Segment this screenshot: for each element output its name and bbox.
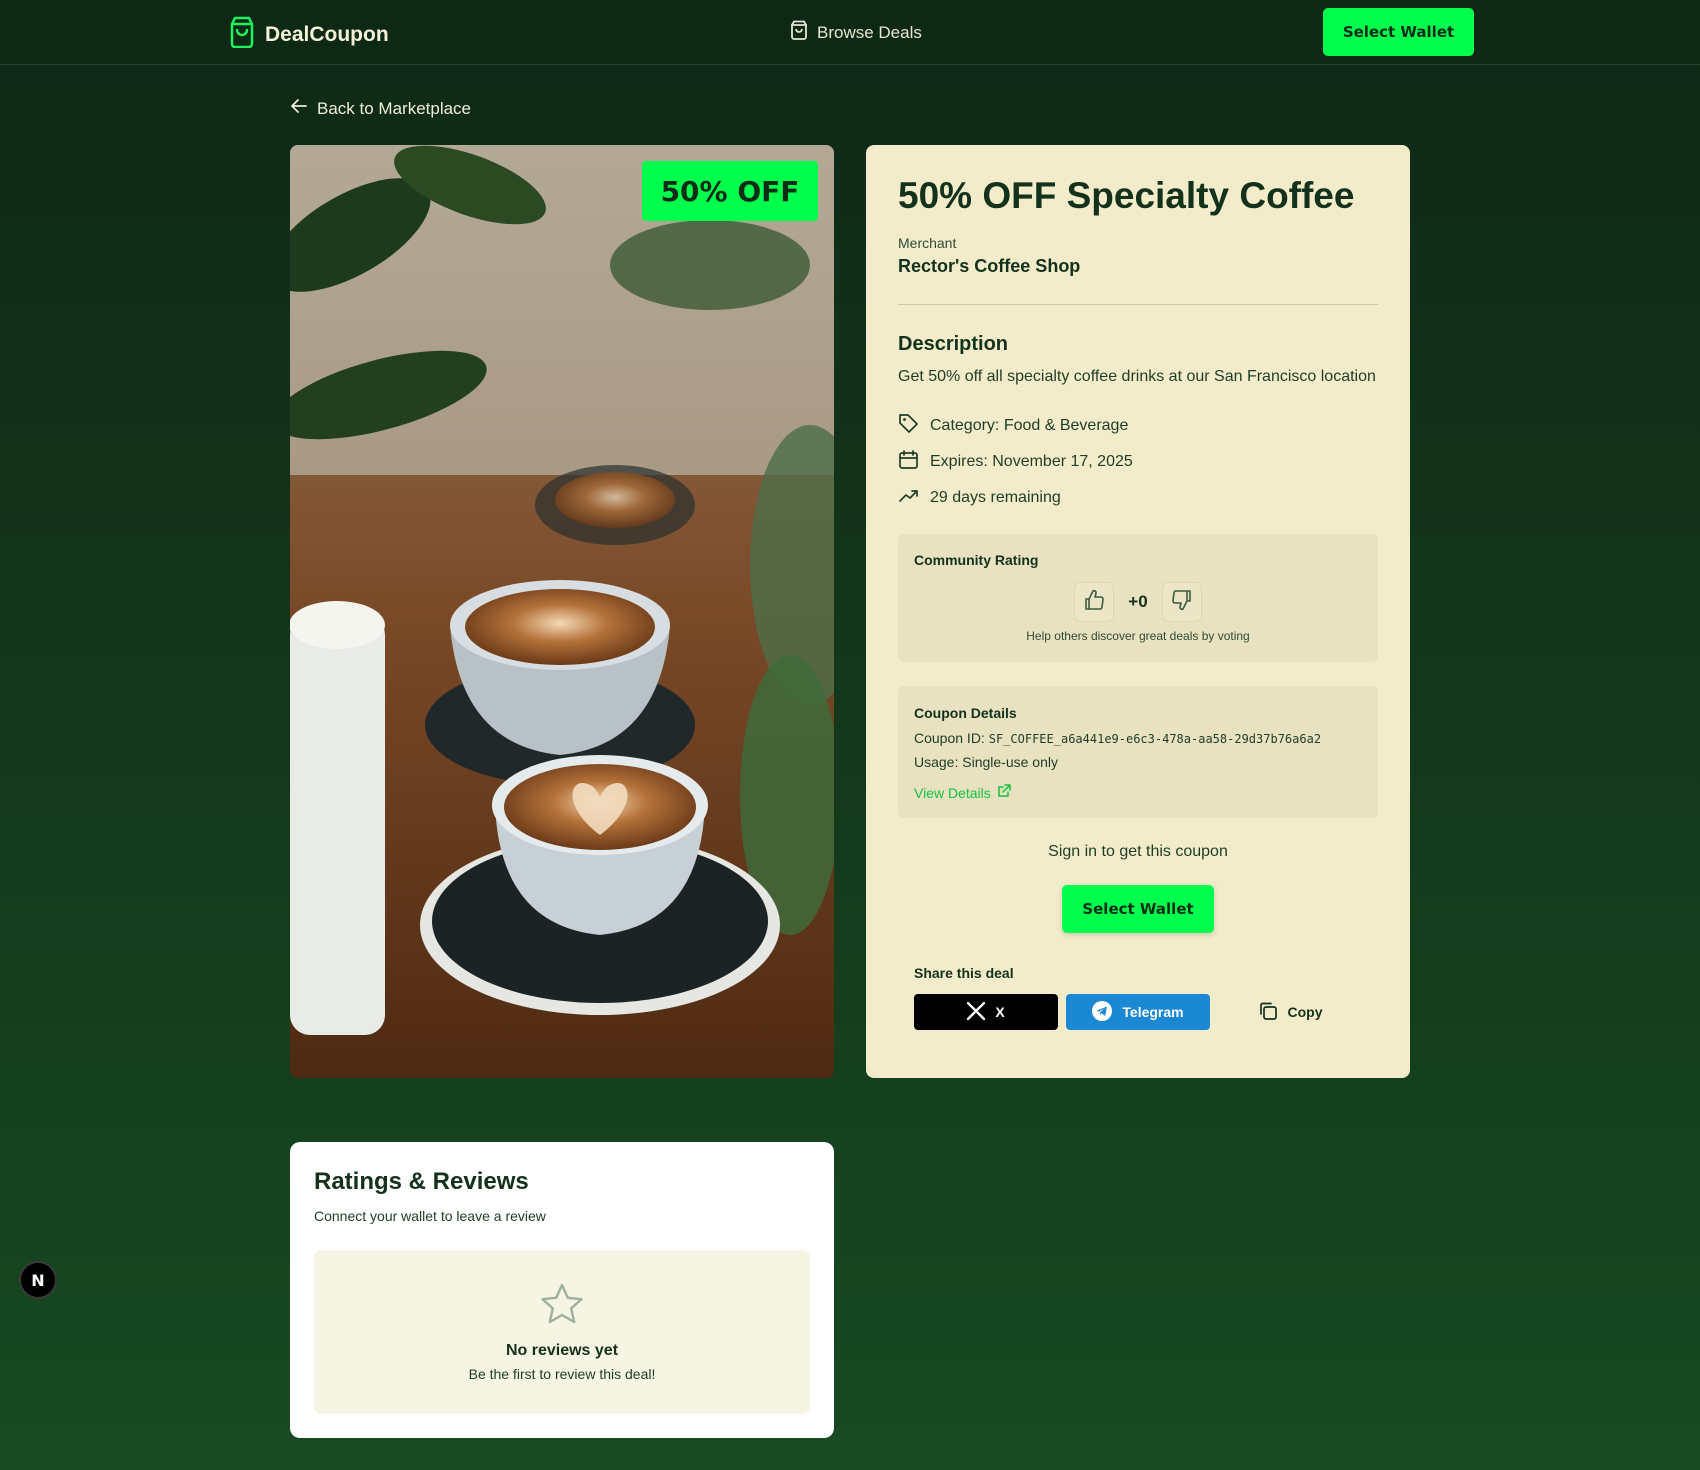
deal-title: 50% OFF Specialty Coffee: [898, 175, 1355, 216]
external-link-icon: [997, 784, 1011, 801]
sign-in-prompt: Sign in to get this coupon: [1048, 843, 1228, 860]
coupon-details-title: Coupon Details: [914, 705, 1017, 721]
no-reviews-subtitle: Be the first to review this deal!: [468, 1366, 656, 1382]
share-x-label: X: [995, 1004, 1005, 1020]
merchant-label: Merchant: [898, 235, 957, 251]
description-heading: Description: [898, 333, 1009, 355]
view-details-link[interactable]: View Details: [914, 784, 1011, 801]
copy-icon: [1258, 1001, 1278, 1024]
coupon-usage: Usage: Single-use only: [914, 754, 1058, 770]
trending-up-icon: [898, 485, 919, 511]
deal-details-card: 50% OFF Specialty Coffee Merchant Rector…: [866, 145, 1410, 1078]
top-header: DealCoupon Browse Deals Select Wallet: [0, 0, 1700, 65]
arrow-left-icon: [290, 98, 308, 119]
copy-label: Copy: [1287, 1004, 1323, 1020]
coffee-cups-photo: [290, 145, 834, 1078]
downvote-button[interactable]: [1162, 582, 1202, 622]
category-text: Category: Food & Beverage: [930, 417, 1129, 434]
share-x-button[interactable]: X: [914, 994, 1058, 1030]
expires-row: Expires: November 17, 2025: [898, 449, 1133, 475]
share-heading: Share this deal: [914, 965, 1014, 981]
upvote-button[interactable]: [1074, 582, 1114, 622]
brand-name: DealCoupon: [265, 22, 389, 46]
copy-link-button[interactable]: Copy: [1250, 994, 1330, 1030]
view-details-label: View Details: [914, 784, 991, 801]
description-text: Get 50% off all specialty coffee drinks …: [898, 368, 1376, 385]
remaining-text: 29 days remaining: [930, 489, 1061, 506]
thumbs-down-icon: [1171, 589, 1193, 616]
remaining-row: 29 days remaining: [898, 485, 1061, 511]
brand-logo[interactable]: DealCoupon: [228, 16, 389, 53]
reviews-empty-state: No reviews yet Be the first to review th…: [314, 1250, 810, 1414]
share-telegram-label: Telegram: [1122, 1004, 1184, 1020]
nav-browse-label: Browse Deals: [817, 22, 922, 42]
thumbs-up-icon: [1083, 589, 1105, 616]
vote-help-text: Help others discover great deals by voti…: [1026, 629, 1250, 643]
reviews-title: Ratings & Reviews: [314, 1168, 529, 1195]
select-wallet-cta-button[interactable]: Select Wallet: [1062, 885, 1214, 933]
nextjs-dev-badge[interactable]: N: [19, 1261, 57, 1299]
discount-badge: 50% OFF: [642, 161, 818, 221]
reviews-subtitle: Connect your wallet to leave a review: [314, 1208, 546, 1224]
star-icon: [539, 1282, 585, 1331]
no-reviews-title: No reviews yet: [505, 1342, 619, 1359]
community-rating-title: Community Rating: [914, 552, 1039, 568]
share-telegram-button[interactable]: Telegram: [1066, 994, 1210, 1030]
tag-icon: [898, 413, 919, 439]
deal-image: 50% OFF: [290, 145, 834, 1078]
calendar-icon: [898, 449, 919, 475]
coupon-id-label: Coupon ID:: [914, 730, 985, 746]
telegram-icon: [1092, 1000, 1113, 1024]
nav-browse-deals[interactable]: Browse Deals: [790, 20, 922, 45]
coupon-id-row: Coupon ID: SF_COFFEE_a6a441e9-e6c3-478a-…: [914, 730, 1321, 746]
shopping-bag-icon: [790, 20, 808, 45]
back-to-marketplace-link[interactable]: Back to Marketplace: [290, 98, 471, 119]
rating-score: +0: [1128, 592, 1148, 611]
coupon-id-value: SF_COFFEE_a6a441e9-e6c3-478a-aa58-29d37b…: [988, 732, 1322, 746]
coupon-details-panel: Coupon Details Coupon ID: SF_COFFEE_a6a4…: [898, 686, 1378, 818]
x-logo-icon: [967, 1001, 986, 1023]
vote-controls: +0: [898, 582, 1378, 622]
merchant-name: Rector's Coffee Shop: [898, 256, 1081, 276]
community-rating-panel: Community Rating +0 Help others discover…: [898, 534, 1378, 662]
ratings-reviews-card: Ratings & Reviews Connect your wallet to…: [290, 1142, 834, 1438]
select-wallet-button[interactable]: Select Wallet: [1323, 8, 1474, 56]
shopping-bag-icon: [228, 16, 256, 53]
category-row: Category: Food & Beverage: [898, 413, 1128, 439]
divider: [898, 304, 1378, 305]
back-link-label: Back to Marketplace: [317, 98, 472, 118]
expires-text: Expires: November 17, 2025: [930, 453, 1133, 470]
